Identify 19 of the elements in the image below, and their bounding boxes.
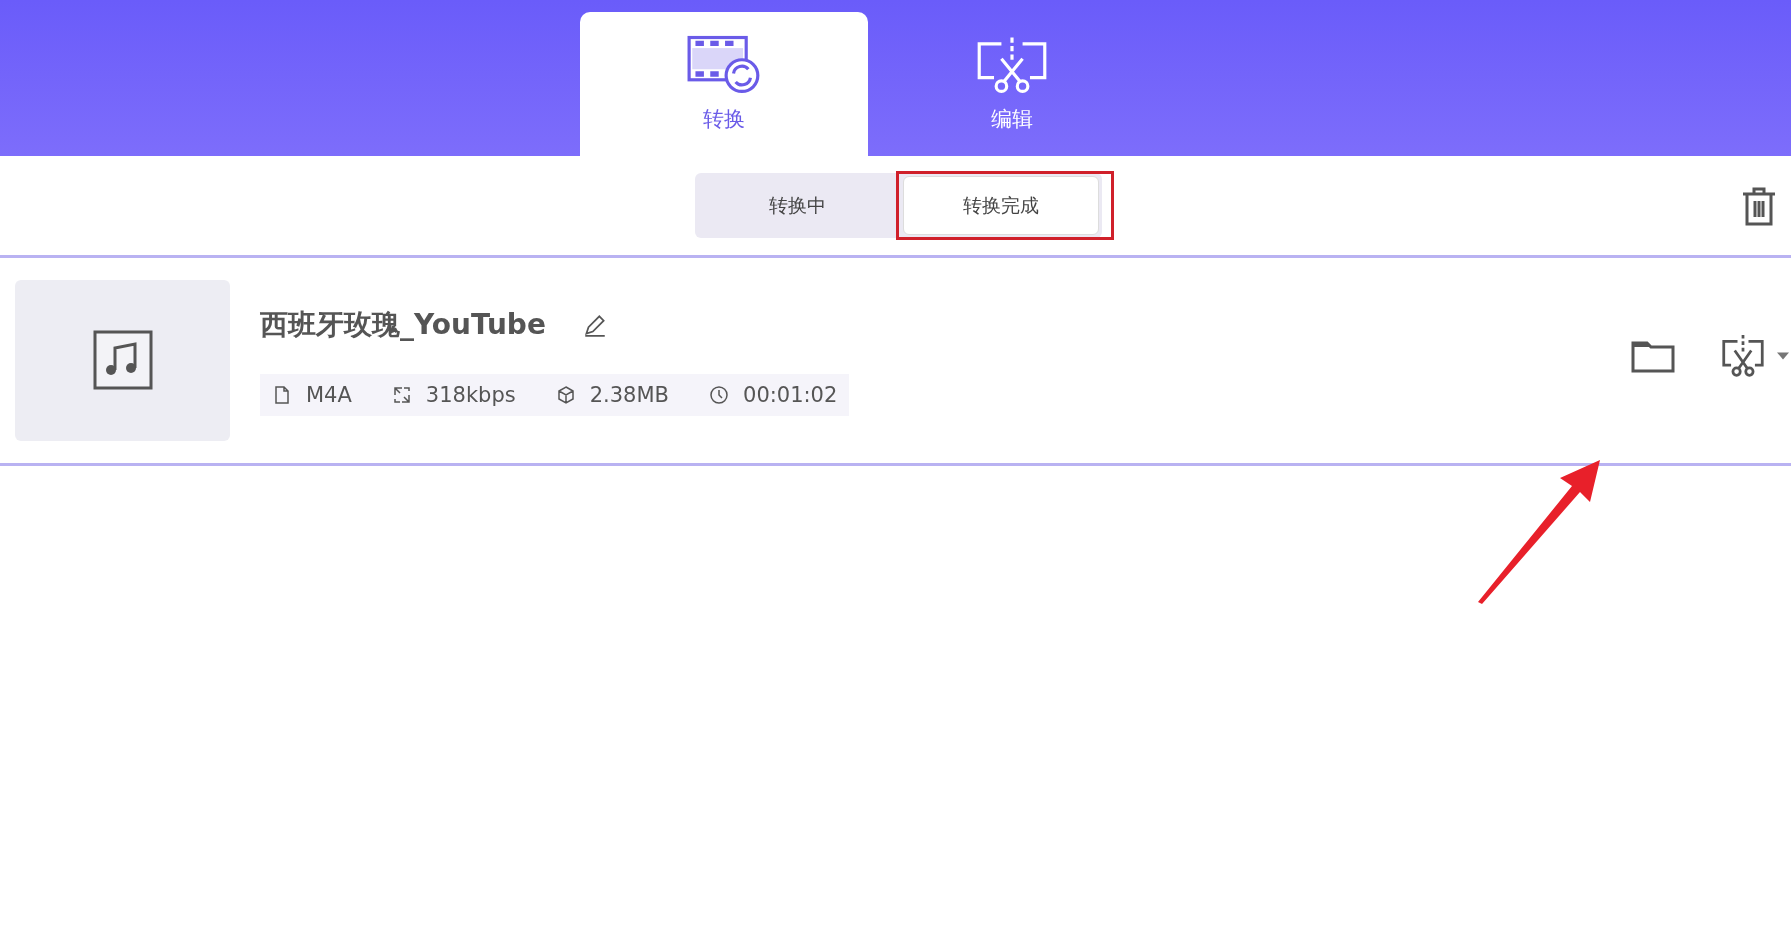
cube-icon xyxy=(555,384,576,405)
caret-icon[interactable] xyxy=(1777,352,1789,360)
main-tab[interactable]: 编辑 xyxy=(868,12,1156,156)
file-format: M4A xyxy=(306,382,352,407)
sub-tab[interactable]: 转换完成 xyxy=(903,176,1099,235)
file-icon xyxy=(272,384,292,405)
scissors-frame-icon xyxy=(975,35,1049,95)
main-tab[interactable]: 转换 xyxy=(580,12,868,156)
file-size: 2.38MB xyxy=(589,382,669,407)
file-duration: 00:01:02 xyxy=(743,382,838,407)
file-title: 西班牙玫瑰_YouTube xyxy=(260,306,546,343)
trash-icon[interactable] xyxy=(1741,186,1777,228)
resize-arrows-icon xyxy=(391,384,412,405)
sub-tab[interactable]: 转换中 xyxy=(695,173,900,238)
music-note-icon xyxy=(92,329,153,392)
clock-icon xyxy=(709,384,729,405)
file-bitrate: 318kbps xyxy=(425,382,516,407)
film-refresh-icon xyxy=(687,35,761,95)
scissors-frame-icon[interactable] xyxy=(1721,334,1765,378)
